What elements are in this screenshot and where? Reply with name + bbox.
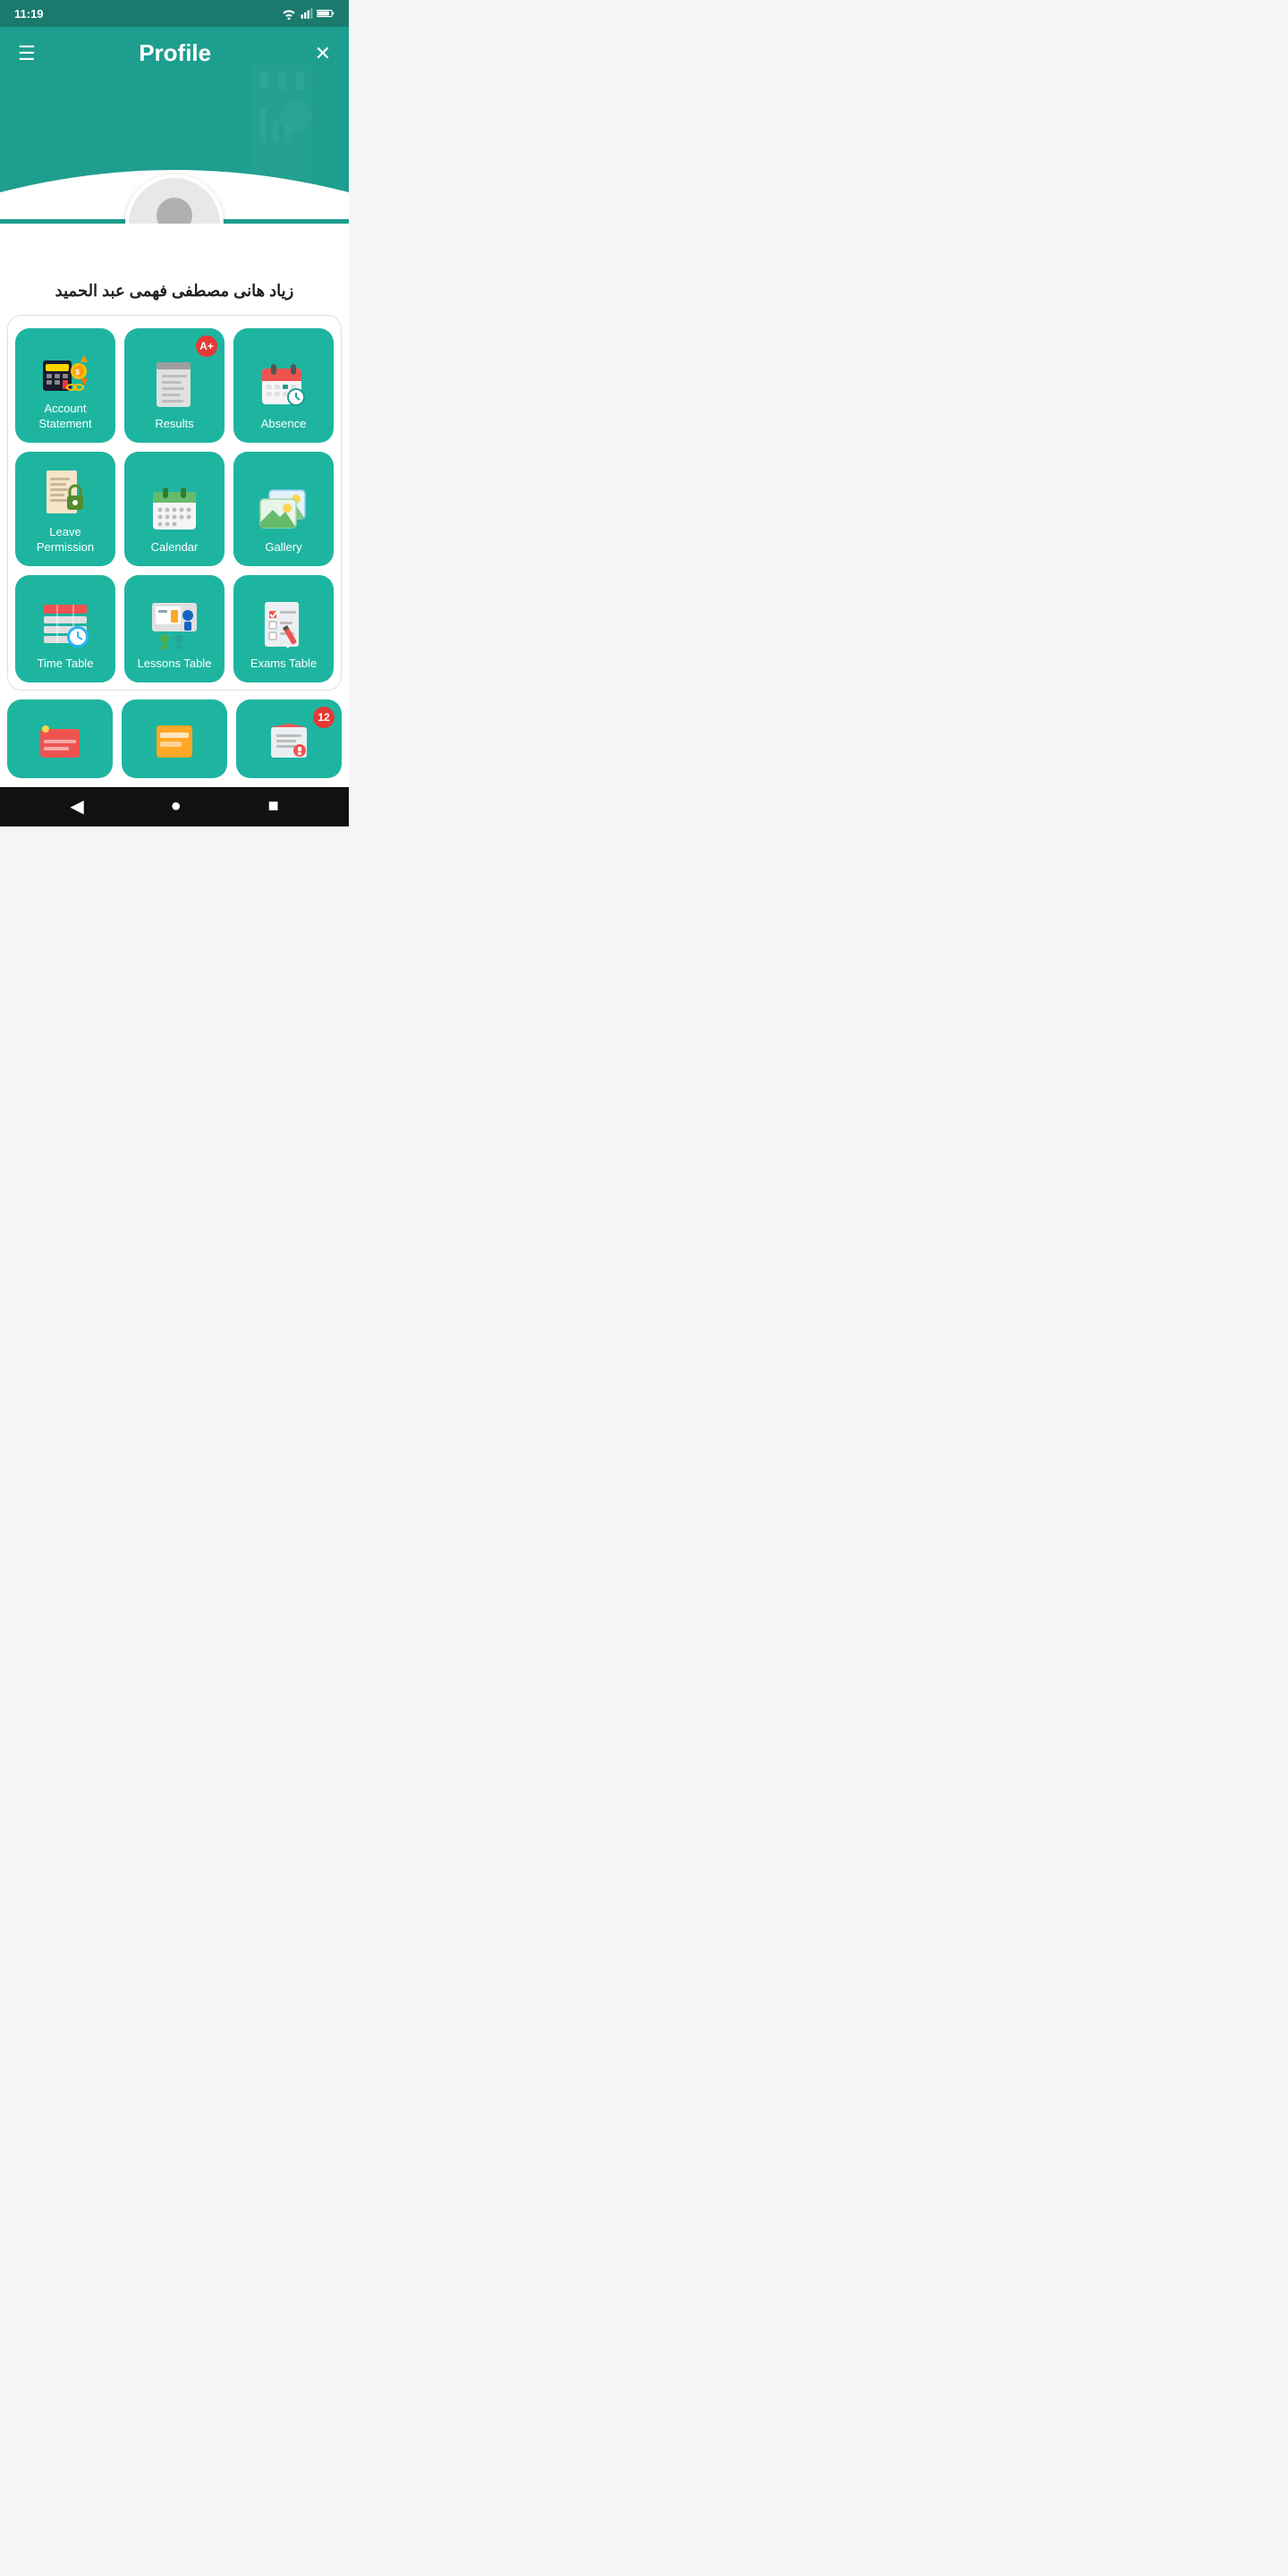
absence-icon — [257, 358, 310, 411]
partial-icon-2 — [148, 714, 201, 767]
menu-grid: $ AccountStatement A+ — [15, 328, 334, 682]
avatar-silhouette — [134, 189, 215, 224]
results-badge: A+ — [196, 335, 217, 357]
partial-badge-3: 12 — [313, 707, 335, 728]
lessons-table-label: Lessons Table — [138, 657, 212, 672]
gallery-card[interactable]: Gallery — [233, 452, 334, 566]
header-banner: ☰ Profile ✕ — [0, 27, 349, 224]
results-label: Results — [155, 417, 193, 432]
gallery-icon — [257, 481, 310, 535]
leave-permission-label: LeavePermission — [37, 525, 94, 555]
partial-card-2[interactable] — [122, 699, 227, 778]
absence-label: Absence — [261, 417, 307, 432]
time-table-icon — [38, 597, 92, 651]
account-statement-label: AccountStatement — [38, 402, 91, 432]
account-statement-icon: $ — [38, 343, 92, 396]
status-icons — [281, 7, 335, 20]
lessons-table-icon — [148, 597, 201, 651]
partial-row-wrapper: 12 — [0, 699, 349, 778]
time-table-card[interactable]: Time Table — [15, 575, 115, 682]
lessons-table-card[interactable]: Lessons Table — [124, 575, 225, 682]
partial-icon-1 — [33, 714, 87, 767]
gallery-label: Gallery — [265, 540, 301, 555]
avatar-wrapper — [125, 174, 224, 224]
user-name: زياد هانى مصطفى فهمى عبد الحميد — [0, 282, 349, 301]
account-statement-card[interactable]: $ AccountStatement — [15, 328, 115, 443]
menu-grid-section: $ AccountStatement A+ — [7, 315, 342, 691]
home-button[interactable]: ● — [171, 796, 182, 817]
menu-icon[interactable]: ☰ — [18, 42, 36, 65]
svg-text:$: $ — [75, 368, 80, 377]
signal-icon — [301, 7, 313, 20]
wifi-icon — [281, 7, 297, 20]
partial-icon-3 — [262, 714, 316, 767]
time-table-label: Time Table — [38, 657, 94, 672]
leave-permission-icon — [38, 466, 92, 520]
bottom-nav: ◀ ● ■ — [0, 787, 349, 826]
absence-card[interactable]: Absence — [233, 328, 334, 443]
exams-table-label: Exams Table — [250, 657, 317, 672]
results-icon — [148, 358, 201, 411]
status-bar: 11:19 — [0, 0, 349, 27]
status-time: 11:19 — [14, 7, 44, 21]
exams-table-icon — [257, 597, 310, 651]
back-button[interactable]: ◀ — [70, 795, 83, 818]
leave-permission-card[interactable]: LeavePermission — [15, 452, 115, 566]
avatar — [125, 174, 224, 224]
partial-card-1[interactable] — [7, 699, 113, 778]
calendar-icon — [148, 481, 201, 535]
battery-icon — [317, 8, 335, 19]
calendar-label: Calendar — [151, 540, 199, 555]
results-card[interactable]: A+ Results — [124, 328, 225, 443]
calendar-card[interactable]: Calendar — [124, 452, 225, 566]
partial-card-3[interactable]: 12 — [236, 699, 342, 778]
content-area: زياد هانى مصطفى فهمى عبد الحميد — [0, 224, 349, 787]
recents-button[interactable]: ■ — [267, 796, 278, 817]
partial-grid: 12 — [7, 699, 342, 778]
exams-table-card[interactable]: Exams Table — [233, 575, 334, 682]
